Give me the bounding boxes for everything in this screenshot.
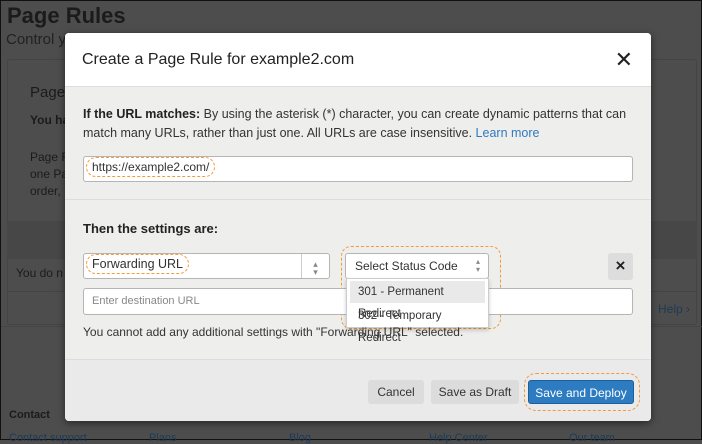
page-subtitle: Control y [6,31,67,48]
page-title: Page Rules [7,3,126,28]
save-draft-button[interactable]: Save as Draft [431,380,519,404]
footer-link-blog[interactable]: Blog [289,432,311,444]
url-value: https://example2.com/ [86,157,216,177]
footer-heading: Contact [9,409,50,421]
modal-title: Create a Page Rule for example2.com [82,51,355,68]
status-code-select[interactable]: Select Status Code ▴ ▾ [345,253,489,279]
footer-link-team[interactable]: Our team [569,432,615,444]
select-arrows-icon: ▴ ▾ [475,257,480,274]
help-link[interactable]: Help › [658,302,690,316]
status-code-dropdown: 301 - Permanent Redirect 302 - Temporary… [346,278,489,344]
footer-link-plans[interactable]: Plans [149,432,177,444]
remove-setting-button[interactable]: × [608,253,633,280]
setting-value: Forwarding URL [86,254,190,274]
card-text-3: order, [30,184,61,198]
status-option-301[interactable]: 301 - Permanent Redirect [350,281,485,320]
close-icon[interactable]: ✕ [615,49,633,71]
url-description: If the URL matches: By using the asteris… [83,105,633,143]
setting-select[interactable]: Forwarding URL ▴ ▾ [83,253,330,279]
modal-header: Create a Page Rule for example2.com ✕ [65,33,651,87]
card-bold-text: You ha [30,113,70,127]
card-title: Page [30,84,66,101]
settings-label: Then the settings are: [83,221,219,236]
save-and-deploy-button[interactable]: Save and Deploy [528,380,634,404]
select-arrows-icon: ▴ ▾ [301,254,329,278]
footer-link-contact[interactable]: Contact support [9,432,87,444]
card-text-2: one Pa [30,167,69,181]
status-option-302[interactable]: 302 - Temporary Redirect [350,305,485,344]
url-section: If the URL matches: By using the asteris… [65,88,651,200]
footer-link-help-center[interactable]: Help Center [429,432,488,444]
url-input[interactable]: https://example2.com/ [83,156,633,182]
create-page-rule-modal: Create a Page Rule for example2.com ✕ If… [65,33,651,421]
empty-text: You do n [16,266,63,280]
learn-more-link[interactable]: Learn more [476,126,540,140]
settings-note: You cannot add any additional settings w… [83,325,464,339]
status-code-value: Select Status Code [355,259,458,273]
destination-placeholder: Enter destination URL [92,295,200,307]
modal-footer: Cancel Save as Draft Save and Deploy [65,359,651,421]
url-label: If the URL matches: [83,107,201,121]
cancel-button[interactable]: Cancel [368,380,424,404]
